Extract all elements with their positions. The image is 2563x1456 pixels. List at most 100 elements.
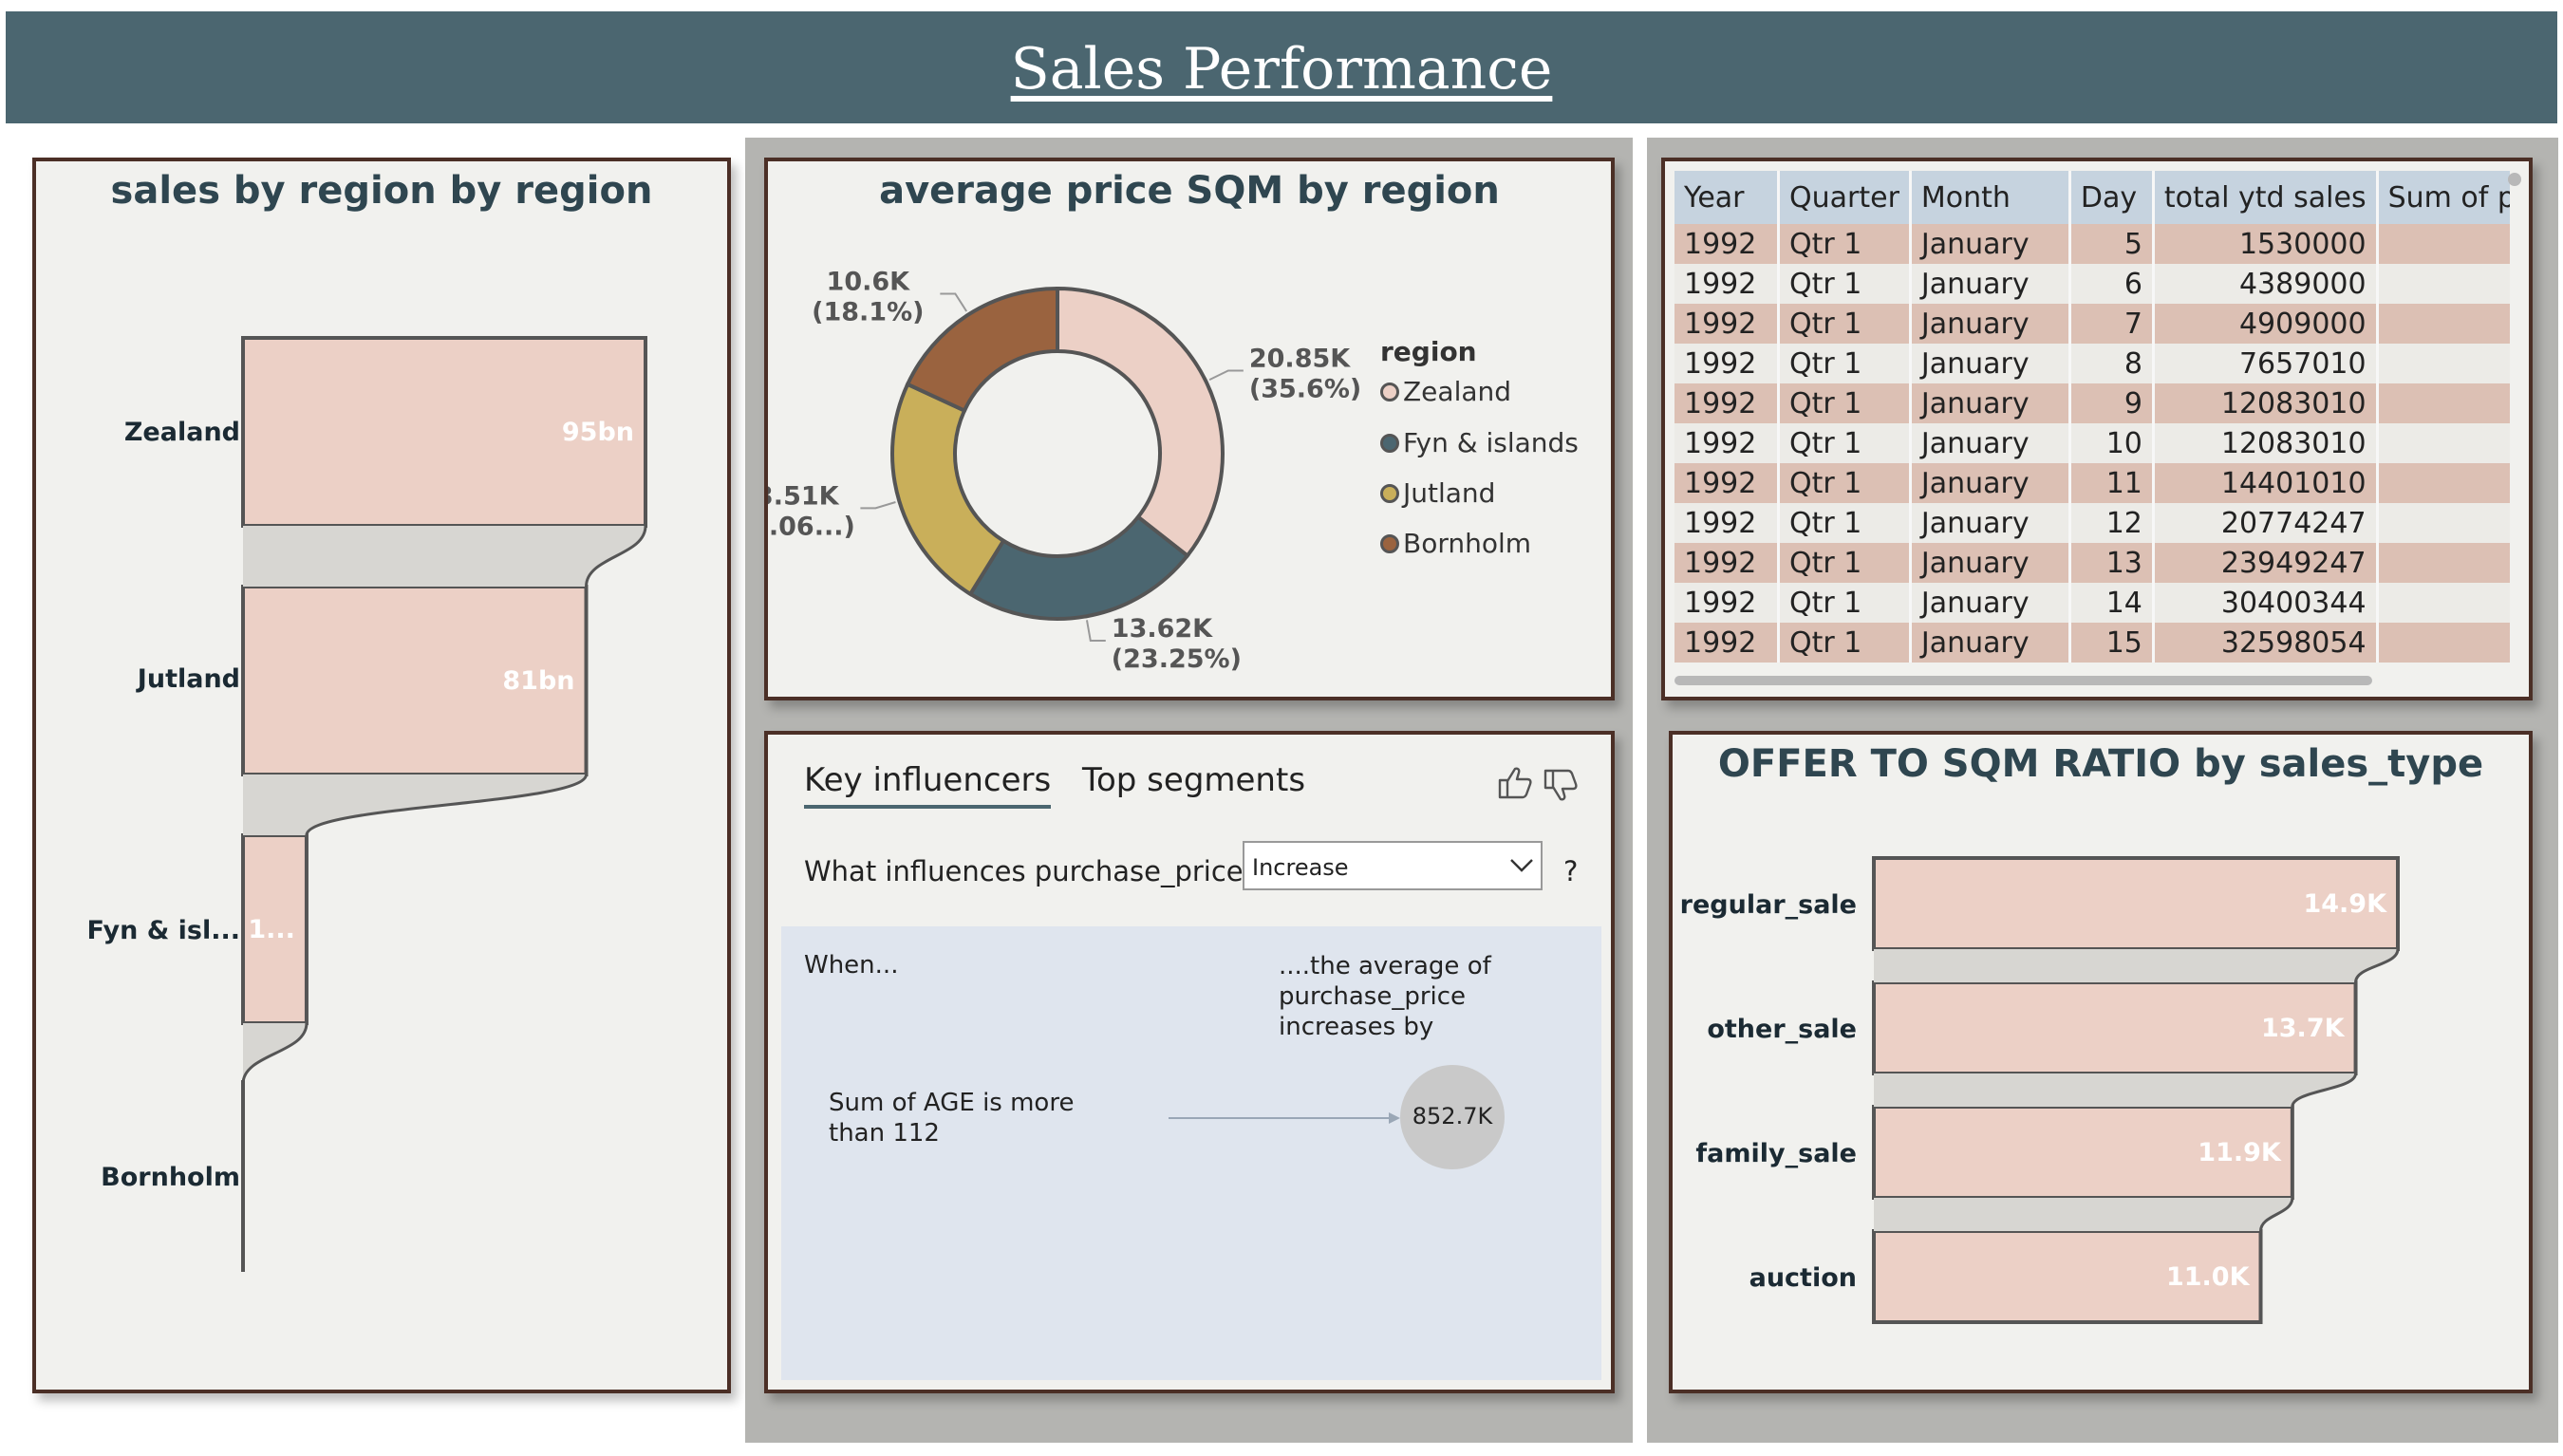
donut-slice[interactable] xyxy=(890,382,1006,597)
table-cell: 1992 xyxy=(1674,383,1780,423)
table-cell: 10 xyxy=(2069,423,2155,463)
table-cell: Qtr 1 xyxy=(1778,503,1912,543)
table-cell: 14 xyxy=(2069,583,2155,623)
outcome-dropdown[interactable]: Increase xyxy=(1243,841,1543,890)
table-row[interactable]: 1992 Qtr 1 January 9 12083010 xyxy=(1674,383,2510,423)
legend-item-zealand[interactable]: Zealand xyxy=(1380,376,1511,407)
table-cell: January xyxy=(1910,383,2071,423)
donut-data-percent: (18.1%) xyxy=(812,297,924,327)
table-cell: 1992 xyxy=(1674,623,1780,663)
table-cell: 9 xyxy=(2069,383,2155,423)
table-cell: 1992 xyxy=(1674,463,1780,503)
legend-swatch xyxy=(1380,382,1399,401)
funnel-value-label: 81bn xyxy=(502,666,574,696)
table-row[interactable]: 1992 Qtr 1 January 7 4909000 xyxy=(1674,304,2510,344)
donut-leader-line xyxy=(940,292,968,312)
table-row[interactable]: 1992 Qtr 1 January 12 20774247 xyxy=(1674,503,2510,543)
funnel-connector xyxy=(243,526,645,587)
table-row[interactable]: 1992 Qtr 1 January 11 14401010 xyxy=(1674,463,2510,503)
influencer-question: What influences purchase_price to xyxy=(804,855,1280,887)
funnel-value-label: 1... xyxy=(248,915,295,944)
thumbs-up-icon[interactable] xyxy=(1497,765,1535,801)
legend-item-jutland[interactable]: Jutland xyxy=(1380,477,1495,509)
legend-item-fyn[interactable]: Fyn & islands xyxy=(1380,427,1579,458)
dropdown-value: Increase xyxy=(1252,854,1349,881)
legend-swatch xyxy=(1380,483,1399,503)
table-row[interactable]: 1992 Qtr 1 January 8 7657010 xyxy=(1674,344,2510,383)
table-row[interactable]: 1992 Qtr 1 January 10 12083010 xyxy=(1674,423,2510,463)
effect-bubble[interactable]: 852.7K xyxy=(1400,1065,1505,1169)
tab-key-influencers[interactable]: Key influencers xyxy=(804,761,1052,809)
thumbs-down-icon[interactable] xyxy=(1543,767,1581,803)
table-cell: Qtr 1 xyxy=(1778,344,1912,383)
legend-label: Zealand xyxy=(1403,376,1512,407)
table-cell: 1992 xyxy=(1674,423,1780,463)
table-cell: Qtr 1 xyxy=(1778,304,1912,344)
donut-data-percent: (23.06...) xyxy=(768,512,855,541)
table-cell: January xyxy=(1910,224,2071,264)
column-header-sum-of-purchase[interactable]: Sum of purcl xyxy=(2377,171,2510,224)
region-funnel-panel[interactable]: sales by region by region Zealand Jutlan… xyxy=(32,158,731,1393)
funnel-value-label: 11.9K xyxy=(2198,1138,2282,1167)
legend-item-bornholm[interactable]: Bornholm xyxy=(1380,528,1531,559)
table-cell: January xyxy=(1910,583,2071,623)
table-cell: Qtr 1 xyxy=(1778,383,1912,423)
table-cell: January xyxy=(1910,304,2071,344)
vertical-scrollbar-thumb[interactable] xyxy=(2508,173,2521,186)
tab-top-segments[interactable]: Top segments xyxy=(1082,761,1305,799)
donut-slice[interactable] xyxy=(1056,286,1225,559)
donut-data-label: 10.6K xyxy=(827,267,911,296)
table-cell: 1992 xyxy=(1674,543,1780,583)
offer-ratio-funnel-chart[interactable]: 14.9K 13.7K 11.9K 11.0K xyxy=(1673,735,2529,1390)
donut-panel[interactable]: average price SQM by region 20.85K (35.6%… xyxy=(764,158,1615,700)
column-header-day[interactable]: Day xyxy=(2069,171,2155,224)
table-row[interactable]: 1992 Qtr 1 January 14 30400344 xyxy=(1674,583,2510,623)
donut-leader-line xyxy=(1085,620,1106,642)
when-label: When... xyxy=(804,951,899,980)
table-cell: 5 xyxy=(2069,224,2155,264)
column-header-total-ytd-sales[interactable]: total ytd sales xyxy=(2153,171,2379,224)
donut-slice[interactable] xyxy=(905,286,1059,414)
column-header-month[interactable]: Month xyxy=(1910,171,2071,224)
help-icon[interactable]: ? xyxy=(1563,855,1578,887)
table-row[interactable]: 1992 Qtr 1 January 5 1530000 xyxy=(1674,224,2510,264)
sales-table-panel[interactable]: Year Quarter Month Day total ytd sales S… xyxy=(1661,158,2533,700)
donut-data-percent: (35.6%) xyxy=(1249,375,1361,404)
table-cell xyxy=(2377,503,2510,543)
table-cell xyxy=(2377,224,2510,264)
table-cell: 13 xyxy=(2069,543,2155,583)
donut-slice[interactable] xyxy=(967,513,1190,621)
table-row[interactable]: 1992 Qtr 1 January 13 23949247 xyxy=(1674,543,2510,583)
table-cell xyxy=(2377,543,2510,583)
horizontal-scrollbar-track[interactable] xyxy=(1674,674,2510,687)
horizontal-scrollbar-thumb[interactable] xyxy=(1674,676,2372,685)
offer-ratio-panel[interactable]: OFFER TO SQM RATIO by sales_type regular… xyxy=(1669,731,2533,1393)
region-funnel-chart[interactable]: 95bn 81bn 1... xyxy=(36,161,727,1390)
influencer-condition[interactable]: Sum of AGE is more than 112 xyxy=(829,1088,1104,1148)
table-cell: January xyxy=(1910,423,2071,463)
donut-leader-line xyxy=(860,501,896,510)
legend-title: region xyxy=(1380,336,1477,367)
table-viewport[interactable]: Year Quarter Month Day total ytd sales S… xyxy=(1674,171,2510,674)
table-cell: 1992 xyxy=(1674,224,1780,264)
chevron-down-icon xyxy=(1510,859,1533,872)
table-cell: 14401010 xyxy=(2153,463,2379,503)
table-row[interactable]: 1992 Qtr 1 January 15 32598054 xyxy=(1674,623,2510,663)
table-cell: January xyxy=(1910,503,2071,543)
table-row[interactable]: 1992 Qtr 1 January 6 4389000 xyxy=(1674,264,2510,304)
table-cell: 1992 xyxy=(1674,503,1780,543)
table-cell: 12 xyxy=(2069,503,2155,543)
influencer-result-area: When... ....the average of purchase_pric… xyxy=(781,926,1601,1380)
donut-leader-line xyxy=(1208,369,1244,382)
funnel-connector xyxy=(1874,1198,2292,1231)
donut-data-label: 13.62K xyxy=(1112,614,1213,644)
key-influencers-panel[interactable]: Key influencers Top segments What influe… xyxy=(764,731,1615,1393)
table-cell xyxy=(2377,583,2510,623)
column-header-quarter[interactable]: Quarter xyxy=(1778,171,1912,224)
table-cell xyxy=(2377,383,2510,423)
sales-table: Year Quarter Month Day total ytd sales S… xyxy=(1674,171,2510,663)
table-cell: Qtr 1 xyxy=(1778,224,1912,264)
table-cell: 7 xyxy=(2069,304,2155,344)
table-cell xyxy=(2377,344,2510,383)
column-header-year[interactable]: Year xyxy=(1674,171,1780,224)
